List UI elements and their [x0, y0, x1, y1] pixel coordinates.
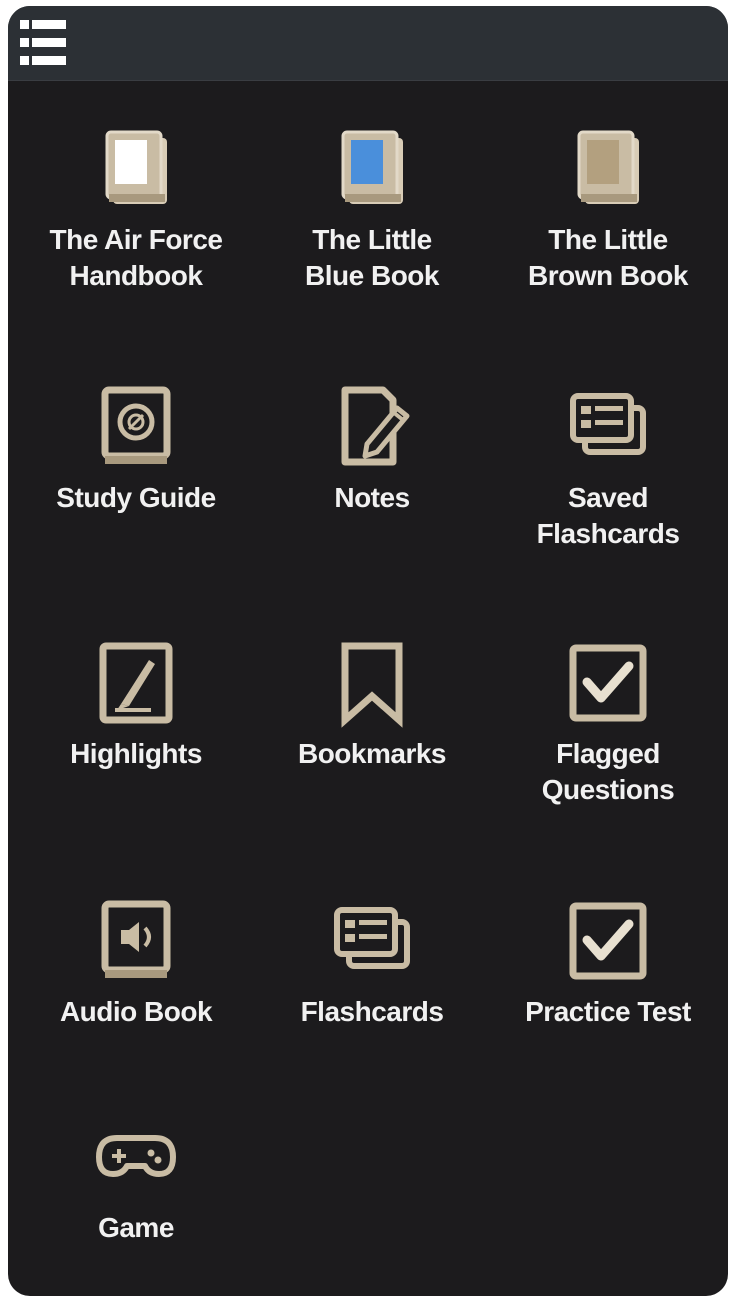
menu-item-highlights[interactable]: Highlights [18, 638, 254, 772]
menu-item-flagged-questions[interactable]: Flagged Questions [490, 638, 726, 808]
menu-item-label: The Little Blue Book [305, 224, 439, 291]
notes-icon [327, 382, 417, 472]
study-guide-icon [91, 382, 181, 472]
saved-flashcards-icon [563, 382, 653, 472]
flagged-questions-icon [563, 638, 653, 728]
menu-item-label: Highlights [70, 738, 202, 769]
white-book-icon [91, 124, 181, 214]
menu-item-label: Game [98, 1212, 174, 1243]
menu-item-study-guide[interactable]: Study Guide [18, 382, 254, 516]
menu-item-label: Study Guide [56, 482, 216, 513]
menu-item-label: Notes [334, 482, 410, 513]
menu-item-label: Saved Flashcards [536, 482, 680, 549]
menu-item-little-brown-book[interactable]: The Little Brown Book [490, 124, 726, 294]
menu-item-notes[interactable]: Notes [254, 382, 490, 516]
menu-item-flashcards[interactable]: Flashcards [254, 896, 490, 1030]
menu-item-label: Audio Book [59, 996, 213, 1027]
menu-item-label: Practice Test [525, 996, 691, 1027]
menu-item-practice-test[interactable]: Practice Test [490, 896, 726, 1030]
menu-item-air-force-handbook[interactable]: The Air Force Handbook [18, 124, 254, 294]
menu-item-game[interactable]: Game [18, 1112, 254, 1246]
app-screen: The Air Force Handbook The Little Blue B… [8, 6, 728, 1296]
practice-test-icon [563, 896, 653, 986]
top-bar [8, 6, 728, 81]
menu-item-little-blue-book[interactable]: The Little Blue Book [254, 124, 490, 294]
blue-book-icon [327, 124, 417, 214]
menu-item-audio-book[interactable]: Audio Book [18, 896, 254, 1030]
menu-item-label: Flashcards [300, 996, 444, 1027]
menu-item-label: Bookmarks [297, 738, 447, 769]
menu-button[interactable] [14, 14, 72, 72]
menu-item-label: The Little Brown Book [528, 224, 688, 291]
menu-item-bookmarks[interactable]: Bookmarks [254, 638, 490, 772]
hamburger-menu-icon [20, 20, 66, 65]
menu-item-saved-flashcards[interactable]: Saved Flashcards [490, 382, 726, 552]
highlights-icon [91, 638, 181, 728]
brown-book-icon [563, 124, 653, 214]
bookmark-icon [327, 638, 417, 728]
menu-item-label: Flagged Questions [541, 738, 675, 805]
flashcards-icon [327, 896, 417, 986]
game-controller-icon [91, 1112, 181, 1202]
menu-item-label: The Air Force Handbook [49, 224, 223, 291]
audio-book-icon [91, 896, 181, 986]
